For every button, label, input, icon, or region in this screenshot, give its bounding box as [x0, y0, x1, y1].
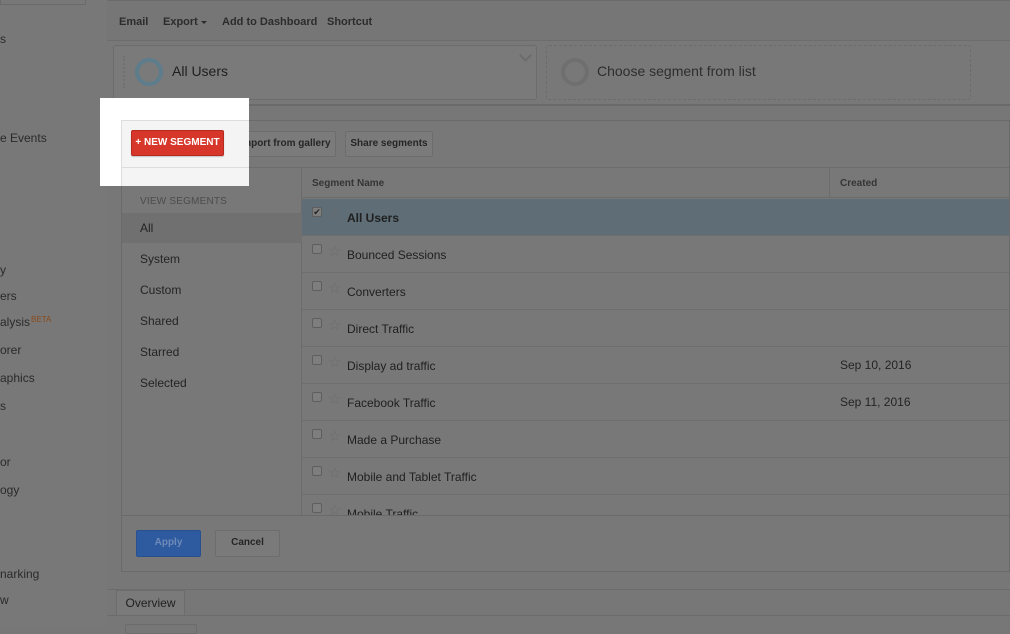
partial-control[interactable] — [125, 624, 197, 634]
table-row[interactable]: ✔ ☆ All Users — [302, 199, 1009, 236]
segment-name[interactable]: Converters — [347, 285, 406, 299]
new-segment-button-highlighted[interactable]: + NEW SEGMENT — [131, 130, 224, 156]
column-header-segment-name[interactable]: Segment Name — [312, 178, 384, 189]
share-segments-button[interactable]: Share segments — [345, 131, 433, 157]
table-row[interactable]: ☆ Mobile and Tablet Traffic — [302, 458, 1009, 495]
segment-name[interactable]: Mobile Traffic — [347, 507, 418, 515]
report-toolbar: Email Export Add to Dashboard Shortcut — [107, 0, 1010, 41]
segment-ring-icon — [561, 58, 589, 86]
divider — [107, 615, 1010, 616]
row-checkbox[interactable] — [312, 392, 322, 402]
chevron-down-icon[interactable] — [519, 49, 532, 62]
nav-item[interactable]: narking — [0, 567, 39, 581]
table-header: Segment Name Created — [302, 168, 1009, 198]
segment-name[interactable]: Direct Traffic — [347, 322, 414, 336]
nav-item[interactable]: e Events — [0, 131, 47, 145]
beta-badge: BETA — [31, 315, 52, 324]
panel-footer: Apply Cancel — [122, 515, 1009, 571]
segment-bar: All Users Choose segment from list — [107, 41, 1010, 106]
add-to-dashboard-button[interactable]: Add to Dashboard — [222, 16, 317, 28]
nav-item-analysis[interactable]: alysisBETA — [0, 315, 51, 329]
segment-ring-icon — [135, 58, 163, 86]
apply-button[interactable]: Apply — [136, 530, 201, 557]
table-row[interactable]: ☆ Bounced Sessions — [302, 236, 1009, 273]
view-selected[interactable]: Selected — [122, 368, 302, 398]
segment-created-date: Sep 11, 2016 — [840, 395, 911, 409]
export-button[interactable]: Export — [163, 16, 207, 28]
row-checkbox[interactable] — [312, 281, 322, 291]
star-icon[interactable]: ☆ — [328, 429, 341, 444]
segment-name[interactable]: Mobile and Tablet Traffic — [347, 470, 477, 484]
tab-overview[interactable]: Overview — [116, 590, 185, 616]
nav-item[interactable]: s — [0, 32, 6, 46]
segments-table: Segment Name Created ✔ ☆ All Users ☆ Bounced… — [302, 168, 1009, 515]
spotlight-highlight: + NEW SEGMENT — [100, 98, 249, 186]
selected-segment-label: All Users — [172, 63, 229, 79]
row-checkbox[interactable] — [312, 318, 322, 328]
nav-item[interactable]: s — [0, 399, 6, 413]
export-label: Export — [163, 16, 198, 28]
star-icon[interactable]: ☆ — [328, 281, 341, 296]
star-icon[interactable]: ☆ — [328, 466, 341, 481]
nav-item-label: alysis — [0, 315, 31, 329]
segment-name[interactable]: Display ad traffic — [347, 359, 435, 373]
nav-item[interactable]: ogy — [0, 483, 19, 497]
nav-item[interactable]: or — [0, 455, 11, 469]
row-checkbox[interactable] — [312, 466, 322, 476]
table-row[interactable]: ☆ Display ad traffic Sep 10, 2016 — [302, 347, 1009, 384]
star-icon[interactable]: ☆ — [328, 355, 341, 370]
divider — [121, 168, 122, 186]
panel-header: + NEW SEGMENT Import from gallery Share … — [122, 121, 1009, 168]
import-from-gallery-button[interactable]: Import from gallery — [234, 131, 336, 157]
star-icon[interactable]: ☆ — [328, 318, 341, 333]
email-button[interactable]: Email — [119, 16, 148, 28]
nav-item[interactable]: orer — [0, 343, 21, 357]
segment-name[interactable]: All Users — [347, 211, 399, 225]
choose-segment-placeholder: Choose segment from list — [597, 63, 756, 79]
column-divider — [829, 168, 830, 198]
divider — [107, 589, 1010, 590]
left-navigation: s e Events y ers alysisBETA orer aphics … — [0, 0, 107, 628]
row-checkbox[interactable] — [312, 429, 322, 439]
caret-down-icon — [200, 20, 207, 24]
segment-name[interactable]: Bounced Sessions — [347, 248, 446, 262]
segment-name[interactable]: Facebook Traffic — [347, 396, 436, 410]
divider — [121, 167, 249, 168]
selected-segment-card[interactable]: All Users — [113, 45, 537, 100]
table-row[interactable]: ☆ Mobile Traffic — [302, 495, 1009, 515]
main-content: Email Export Add to Dashboard Shortcut A… — [107, 0, 1010, 634]
row-checkbox[interactable] — [312, 244, 322, 254]
nav-item[interactable]: y — [0, 263, 6, 277]
nav-item[interactable]: aphics — [0, 371, 35, 385]
table-row[interactable]: ☆ Converters — [302, 273, 1009, 310]
table-row[interactable]: ☆ Direct Traffic — [302, 310, 1009, 347]
table-row[interactable]: ☆ Facebook Traffic Sep 11, 2016 — [302, 384, 1009, 421]
cancel-button[interactable]: Cancel — [215, 530, 280, 557]
star-icon[interactable]: ☆ — [328, 392, 341, 407]
column-header-created[interactable]: Created — [840, 178, 877, 189]
table-row[interactable]: ☆ Made a Purchase — [302, 421, 1009, 458]
view-all[interactable]: All — [122, 213, 302, 243]
nav-search-box[interactable] — [0, 0, 86, 5]
shortcut-button[interactable]: Shortcut — [327, 16, 372, 28]
star-icon[interactable]: ☆ — [328, 503, 341, 515]
view-segments-sidebar: VIEW SEGMENTS All System Custom Shared S… — [122, 168, 302, 515]
segment-created-date: Sep 10, 2016 — [840, 358, 912, 372]
segment-name[interactable]: Made a Purchase — [347, 433, 441, 447]
row-checkbox[interactable] — [312, 503, 322, 513]
view-system[interactable]: System — [122, 244, 302, 274]
segment-picker-panel: + NEW SEGMENT Import from gallery Share … — [121, 120, 1010, 572]
view-shared[interactable]: Shared — [122, 306, 302, 336]
star-icon[interactable]: ☆ — [328, 207, 341, 222]
drag-handle-icon[interactable] — [123, 56, 127, 88]
view-custom[interactable]: Custom — [122, 275, 302, 305]
star-icon[interactable]: ☆ — [328, 244, 341, 259]
row-checkbox[interactable]: ✔ — [312, 207, 322, 217]
nav-item[interactable]: ers — [0, 289, 17, 303]
row-checkbox[interactable] — [312, 355, 322, 365]
nav-item[interactable]: w — [0, 593, 9, 607]
view-segments-caption: VIEW SEGMENTS — [140, 196, 228, 207]
view-starred[interactable]: Starred — [122, 337, 302, 367]
empty-segment-slot[interactable]: Choose segment from list — [546, 45, 971, 100]
